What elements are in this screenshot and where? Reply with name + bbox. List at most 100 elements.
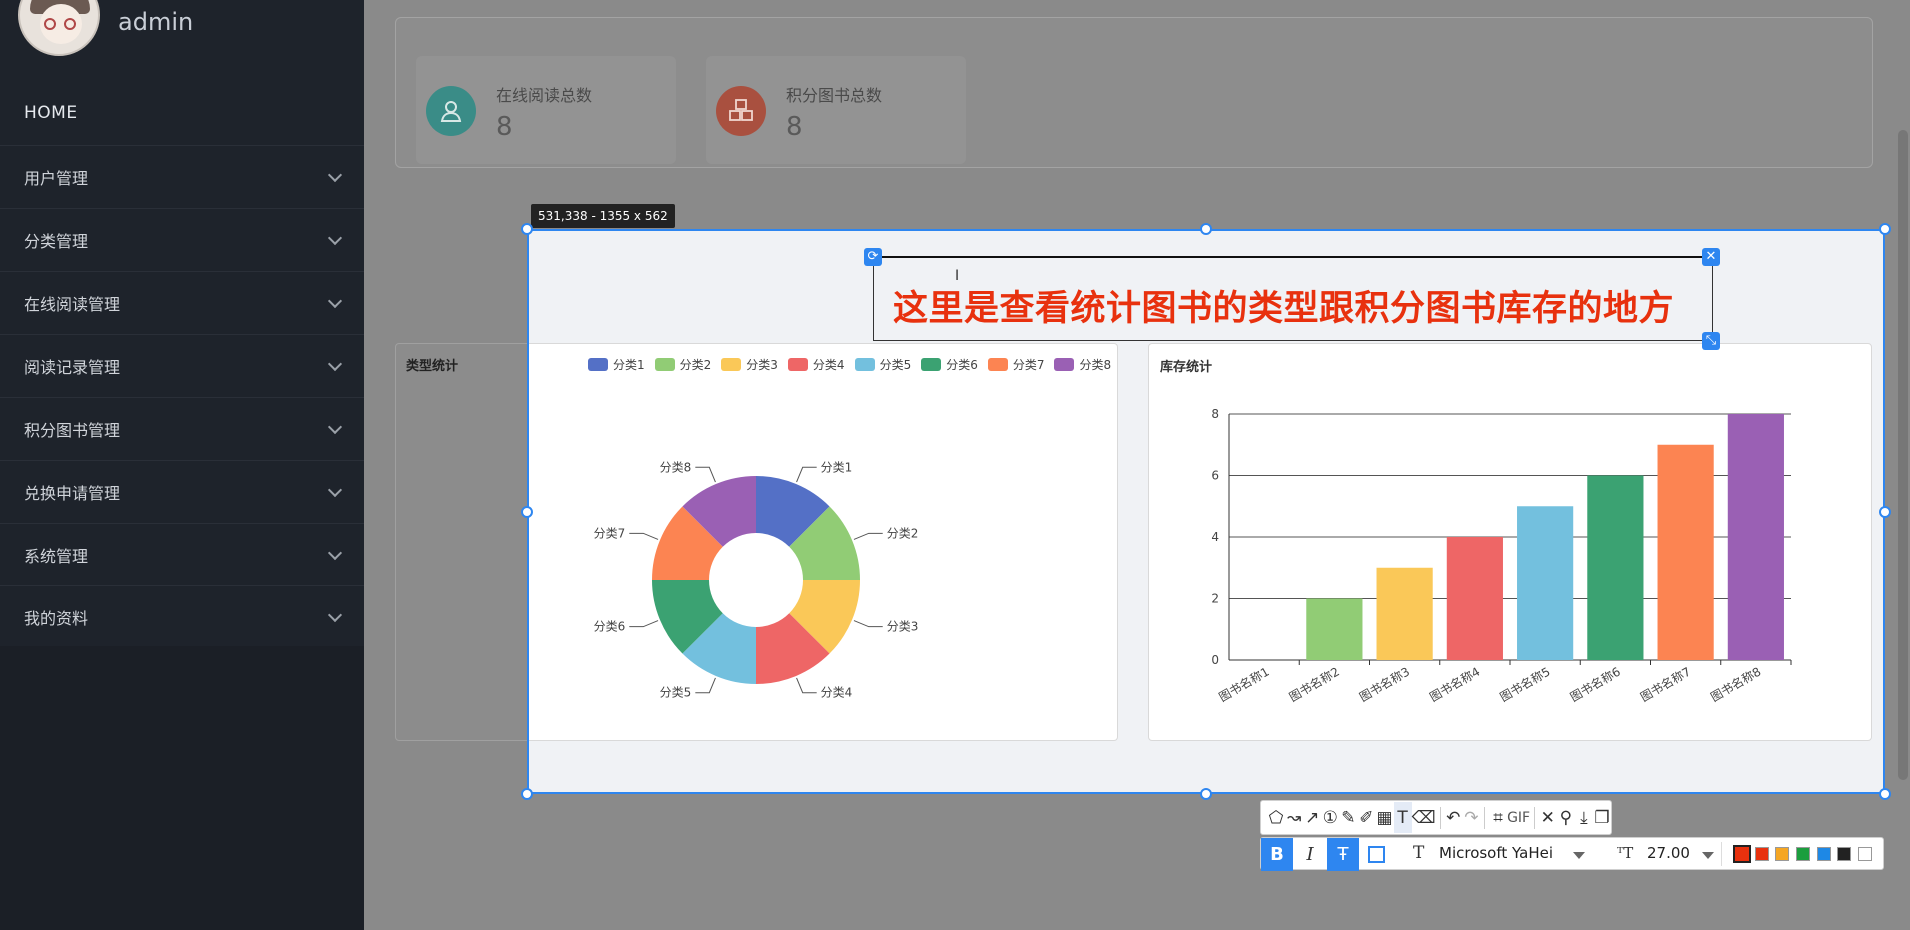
rotate-icon[interactable]: ⟳ — [864, 248, 882, 266]
pie-label: 分类6 — [594, 620, 626, 634]
curve-icon[interactable]: ↝ — [1285, 802, 1303, 833]
sidebar-item-label: 系统管理 — [24, 546, 89, 566]
download-icon[interactable]: ⤓ — [1575, 802, 1593, 833]
highlighter-icon[interactable]: ✐ — [1357, 802, 1375, 833]
x-tick-label: 图书名称1 — [1216, 664, 1272, 705]
mosaic-icon[interactable]: ▦ — [1375, 802, 1393, 833]
copy-icon[interactable]: ❐ — [1593, 802, 1611, 833]
sidebar-menu: admin HOME 用户管理 分类管理 在线阅读管理 阅读记录管理 积分图书管… — [0, 0, 364, 646]
pie-label-line — [695, 466, 716, 483]
chevron-down-icon[interactable] — [1702, 852, 1714, 859]
bar[interactable] — [1587, 475, 1644, 661]
y-tick-label: 4 — [1211, 530, 1219, 544]
sidebar-item-exchange-requests[interactable]: 兑换申请管理 — [0, 460, 364, 522]
annotation-text[interactable]: 这里是查看统计图书的类型跟积分图书库存的地方 — [893, 280, 1674, 331]
user-icon — [426, 86, 476, 136]
color-swatch[interactable] — [1796, 847, 1810, 861]
eraser-icon[interactable]: ⌫ — [1412, 802, 1436, 833]
text-outline-button[interactable]: Ŧ — [1327, 838, 1359, 871]
color-swatch[interactable] — [1755, 847, 1769, 861]
nav-home[interactable]: HOME — [24, 103, 78, 123]
y-tick-label: 0 — [1211, 653, 1219, 667]
y-tick-label: 6 — [1211, 469, 1219, 483]
shapes-icon[interactable]: ⬠ — [1267, 802, 1285, 833]
bar[interactable] — [1517, 506, 1574, 660]
stats-panel: 在线阅读总数 8 积分图书总数 8 — [395, 17, 1873, 168]
pie-label: 分类5 — [660, 686, 692, 700]
sidebar-item-label: 兑换申请管理 — [24, 483, 121, 503]
chevron-down-icon — [327, 482, 343, 498]
number-marker-icon[interactable]: ① — [1321, 802, 1339, 833]
bar[interactable] — [1376, 567, 1433, 660]
scan-icon[interactable]: ⌗ — [1489, 802, 1507, 833]
resize-handle-top-left[interactable] — [521, 223, 533, 235]
pin-icon[interactable]: ⚲ — [1557, 802, 1575, 833]
bar[interactable] — [1657, 444, 1714, 660]
bar[interactable] — [1306, 598, 1363, 661]
stat-label: 在线阅读总数 — [496, 86, 593, 105]
redo-icon[interactable]: ↷ — [1462, 802, 1480, 833]
sidebar-item-label: 积分图书管理 — [24, 420, 121, 440]
x-tick-label: 图书名称2 — [1286, 664, 1342, 705]
pie-chart: 分类1 分类2 分类3 分类4 分类5 分类6 分类7 分类8 — [594, 460, 919, 700]
sidebar-item-label: 阅读记录管理 — [24, 357, 121, 377]
sidebar-item-system[interactable]: 系统管理 — [0, 523, 364, 585]
italic-button[interactable]: I — [1294, 838, 1326, 871]
resize-handle-top-right[interactable] — [1879, 223, 1891, 235]
text-tool-icon[interactable]: T — [1393, 802, 1412, 833]
resize-handle-right[interactable] — [1879, 506, 1891, 518]
resize-icon[interactable]: ⤡ — [1702, 332, 1720, 350]
resize-handle-left[interactable] — [521, 506, 533, 518]
x-tick-label: 图书名称4 — [1427, 664, 1483, 705]
stat-card-points-books: 积分图书总数 8 — [706, 56, 966, 164]
color-swatch[interactable] — [1858, 847, 1872, 861]
cancel-icon[interactable]: ✕ — [1539, 802, 1557, 833]
cubes-icon — [716, 86, 766, 136]
bar-chart: 0 2 4 6 8 图书名称1 图书名称2 图书名称3 图书名称4 图书名称5 图书名称6 图书名称7… — [1211, 407, 1792, 705]
sidebar-item-reading-records[interactable]: 阅读记录管理 — [0, 334, 364, 396]
y-tick-label: 2 — [1211, 592, 1219, 606]
text-cursor-icon: I — [955, 268, 960, 284]
sidebar-item-online-reading[interactable]: 在线阅读管理 — [0, 271, 364, 333]
capture-toolbar: ⬠ ↝ ↗ ① ✎ ✐ ▦ T ⌫ ↶ ↷ ⌗ GIF ✕ ⚲ ⤓ ❐ — [1260, 800, 1612, 835]
pie-label: 分类7 — [594, 526, 626, 540]
stock-chart-card: 库存统计 0 2 4 6 8 图书名称1 图书名称2 图书名称3 图书名称4 图书名称5 图书名称6… — [1148, 343, 1872, 741]
pie-label-line — [853, 620, 883, 628]
current-color-swatch[interactable] — [1733, 845, 1751, 863]
sidebar-item-category-management[interactable]: 分类管理 — [0, 208, 364, 270]
pencil-icon[interactable]: ✎ — [1339, 802, 1357, 833]
sidebar-item-label: 在线阅读管理 — [24, 294, 121, 314]
color-swatch[interactable] — [1817, 847, 1831, 861]
sidebar-item-label: 分类管理 — [24, 231, 89, 251]
resize-handle-bottom-left[interactable] — [521, 788, 533, 800]
resize-handle-bottom[interactable] — [1200, 788, 1212, 800]
bold-button[interactable]: B — [1261, 838, 1293, 871]
color-swatch[interactable] — [1775, 847, 1789, 861]
x-tick-label: 图书名称5 — [1497, 664, 1553, 705]
pie-label-line — [853, 532, 883, 540]
resize-handle-bottom-right[interactable] — [1879, 788, 1891, 800]
scrollbar[interactable] — [1898, 130, 1908, 780]
sidebar-item-user-management[interactable]: 用户管理 — [0, 145, 364, 207]
font-size-select[interactable]: 27.00 — [1647, 844, 1690, 862]
gif-button[interactable]: GIF — [1507, 802, 1530, 833]
color-swatch[interactable] — [1837, 847, 1851, 861]
stat-label: 积分图书总数 — [786, 86, 883, 105]
resize-handle-top[interactable] — [1200, 223, 1212, 235]
sidebar-item-my-profile[interactable]: 我的资料 — [0, 585, 364, 647]
close-icon[interactable]: ✕ — [1702, 248, 1720, 266]
sidebar-item-points-books[interactable]: 积分图书管理 — [0, 397, 364, 459]
pie-label: 分类8 — [660, 460, 692, 474]
pie-label-line — [695, 677, 716, 694]
text-format-toolbar: B I Ŧ T Microsoft YaHei ᵀT 27.00 — [1260, 837, 1884, 871]
text-background-button[interactable] — [1360, 838, 1392, 871]
chevron-down-icon[interactable] — [1573, 852, 1585, 859]
type-chart-card: 分类1 分类2 分类3 分类4 分类5 分类6 分类7 分类8 分类1 分类2 分类3 分类4 分类5… — [529, 343, 1118, 741]
bar[interactable] — [1446, 537, 1503, 660]
arrow-icon[interactable]: ↗ — [1303, 802, 1321, 833]
avatar[interactable] — [18, 0, 100, 56]
bar[interactable] — [1727, 414, 1784, 660]
font-name-select[interactable]: Microsoft YaHei — [1439, 844, 1553, 862]
pie-label-line — [796, 466, 817, 483]
undo-icon[interactable]: ↶ — [1444, 802, 1462, 833]
